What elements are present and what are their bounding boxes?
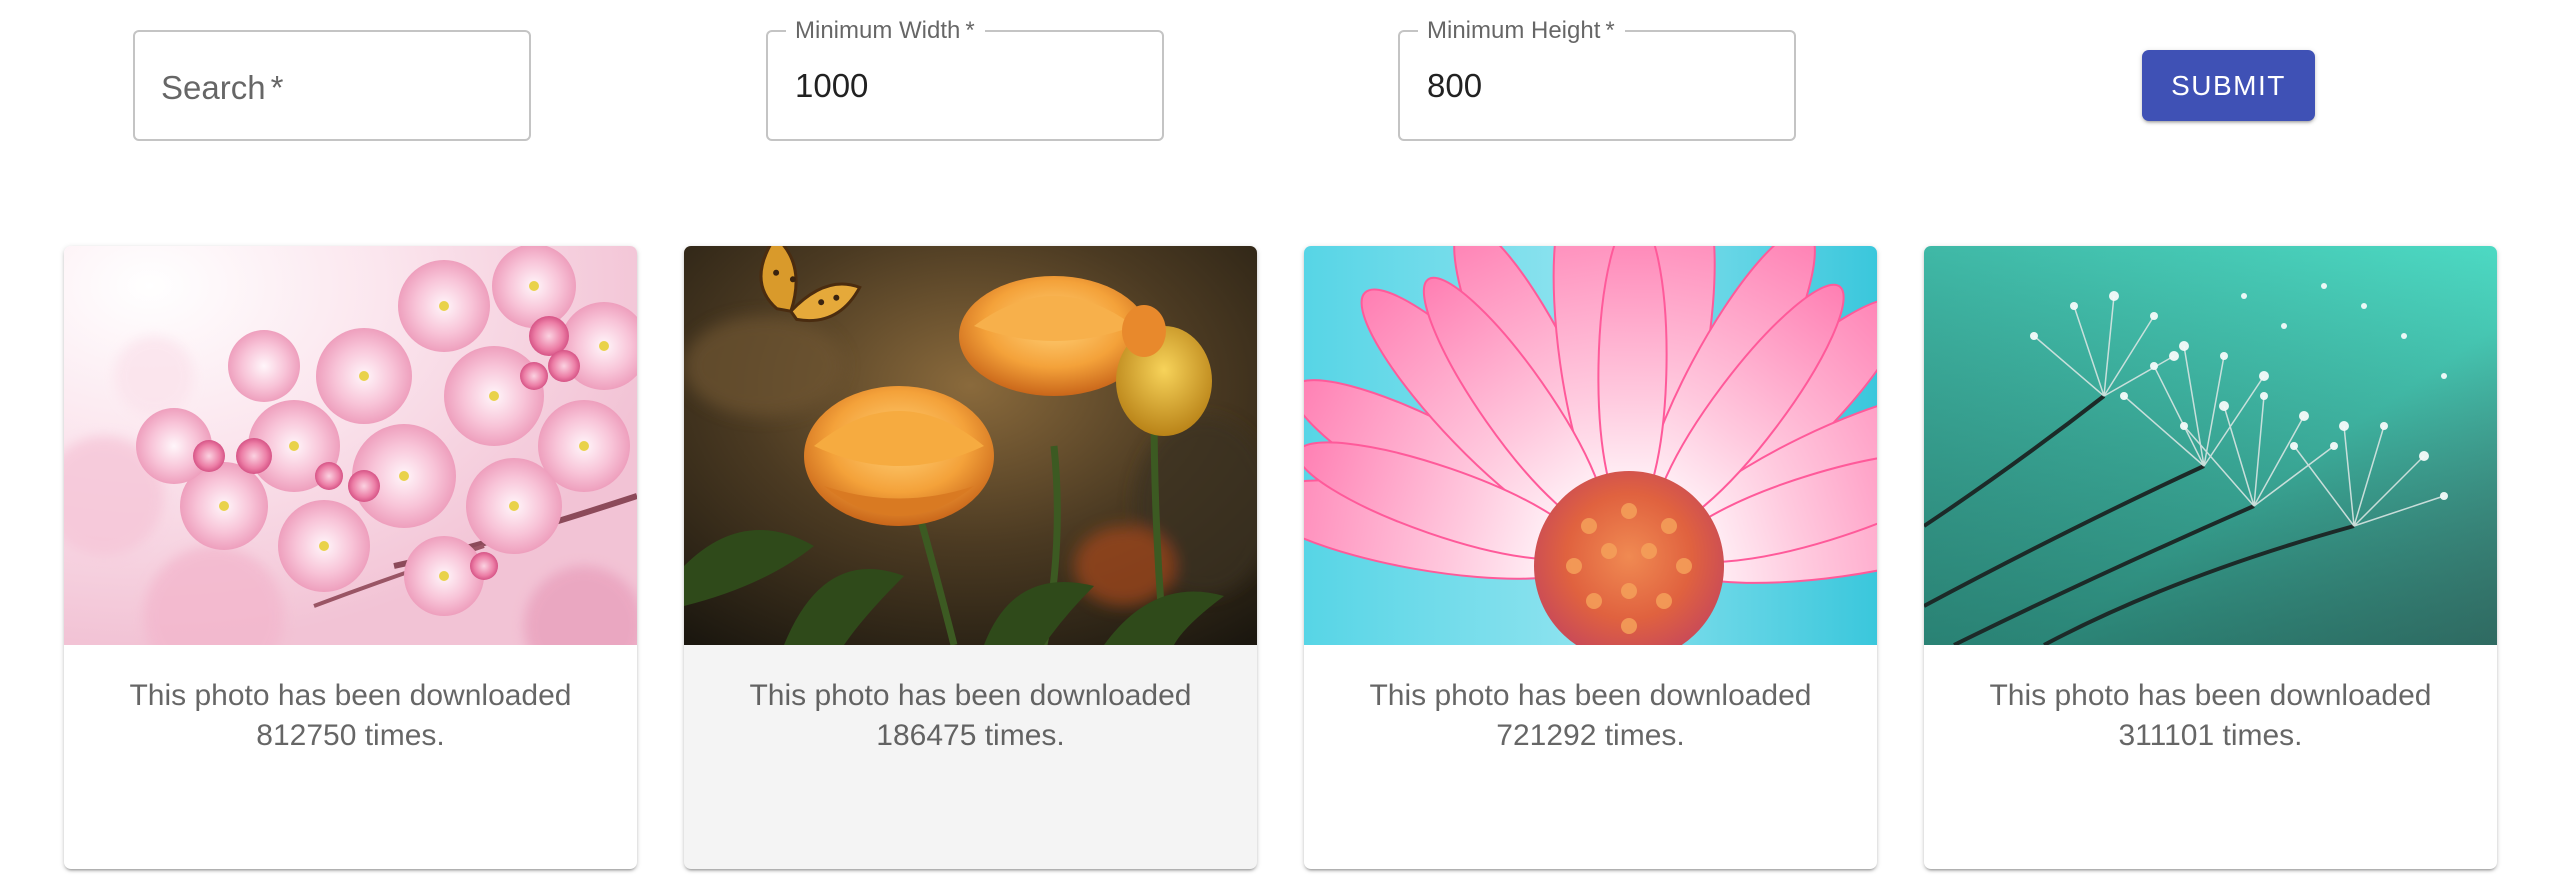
required-asterisk: * (965, 17, 975, 44)
pink-daisy-photo (1304, 246, 1877, 645)
required-asterisk: * (1605, 17, 1615, 44)
search-field[interactable]: Search * (133, 30, 531, 141)
download-count: 186475 times. (876, 719, 1065, 752)
download-count: 721292 times. (1496, 719, 1685, 752)
photo-card[interactable]: This photo has been downloaded 311101 ti… (1924, 246, 2497, 869)
photo-search-form: Search* Minimum Width* Minimum Height* S… (0, 0, 2560, 160)
submit-button[interactable]: SUBMIT (2142, 50, 2315, 121)
photo-search-page: Search* Minimum Width* Minimum Height* S… (0, 0, 2560, 892)
photo-card[interactable]: This photo has been downloaded 812750 ti… (64, 246, 637, 869)
dandelion-dewdrops-photo (1924, 246, 2497, 645)
minimum-width-label: Minimum Width * (786, 17, 985, 45)
minimum-width-field[interactable]: Minimum Width * (766, 17, 1164, 141)
minimum-height-input[interactable] (1427, 66, 1767, 106)
minimum-height-field[interactable]: Minimum Height * (1398, 17, 1796, 141)
caption-line: This photo has been downloaded (1989, 679, 2432, 712)
minimum-height-label: Minimum Height * (1418, 17, 1625, 45)
caption-line: This photo has been downloaded (749, 679, 1192, 712)
cherry-blossom-photo (64, 246, 637, 645)
orange-flowers-butterfly-photo (684, 246, 1257, 645)
download-count-caption: This photo has been downloaded 721292 ti… (1344, 676, 1837, 756)
download-count: 311101 times. (2118, 719, 2303, 752)
minimum-width-input[interactable] (795, 66, 1135, 106)
download-count-caption: This photo has been downloaded 311101 ti… (1964, 676, 2457, 756)
photo-card[interactable]: This photo has been downloaded 186475 ti… (684, 246, 1257, 869)
caption-line: This photo has been downloaded (129, 679, 572, 712)
photo-card[interactable]: This photo has been downloaded 721292 ti… (1304, 246, 1877, 869)
search-input[interactable] (162, 66, 502, 106)
caption-line: This photo has been downloaded (1369, 679, 1812, 712)
download-count: 812750 times. (256, 719, 445, 752)
download-count-caption: This photo has been downloaded 812750 ti… (104, 676, 597, 756)
download-count-caption: This photo has been downloaded 186475 ti… (724, 676, 1217, 756)
